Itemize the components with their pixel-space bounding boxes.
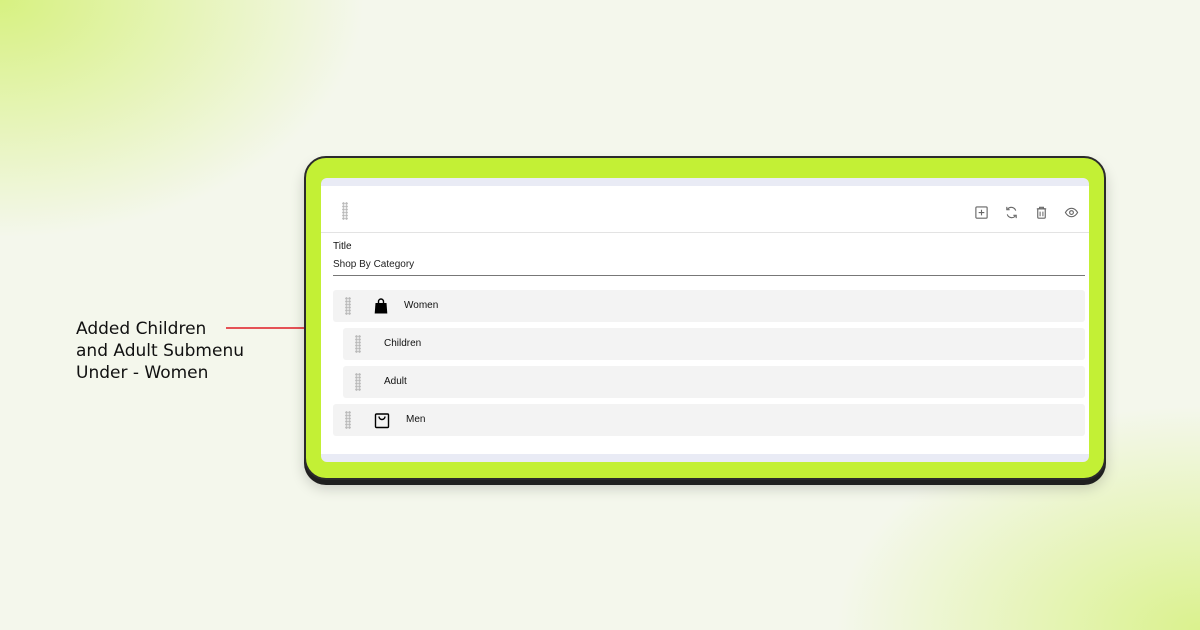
view-icon[interactable] xyxy=(1061,202,1081,222)
menu-item-children[interactable]: Children xyxy=(343,328,1085,360)
shopping-bag-filled-icon xyxy=(373,297,389,315)
menu-editor-panel: Title Shop By Category Women Children Ad… xyxy=(321,178,1089,462)
menu-item-label: Men xyxy=(406,414,426,425)
card-actions xyxy=(971,202,1081,222)
drag-handle-icon[interactable] xyxy=(355,335,361,353)
delete-icon[interactable] xyxy=(1031,202,1051,222)
refresh-icon[interactable] xyxy=(1001,202,1021,222)
shopping-bag-outline-icon xyxy=(374,411,390,429)
annotation-text: Added Children and Adult Submenu Under -… xyxy=(76,318,276,384)
card-header xyxy=(321,186,1089,233)
menu-item-adult[interactable]: Adult xyxy=(343,366,1085,398)
annotation-line-3: Under - Women xyxy=(76,363,209,383)
screenshot-frame: Title Shop By Category Women Children Ad… xyxy=(304,156,1106,480)
drag-handle-icon[interactable] xyxy=(355,373,361,391)
menu-item-men[interactable]: Men xyxy=(333,404,1085,436)
menu-item-label: Women xyxy=(404,300,439,311)
drag-handle-icon[interactable] xyxy=(345,411,351,429)
title-field-label: Title xyxy=(333,241,352,252)
annotation-line-1: Added Children xyxy=(76,319,207,339)
menu-card: Title Shop By Category Women Children Ad… xyxy=(321,186,1089,454)
annotation-line-2: and Adult Submenu xyxy=(76,341,244,361)
menu-item-label: Adult xyxy=(384,376,407,387)
title-input[interactable]: Shop By Category xyxy=(333,258,1085,276)
add-icon[interactable] xyxy=(971,202,991,222)
menu-item-women[interactable]: Women xyxy=(333,290,1085,322)
drag-handle-icon[interactable] xyxy=(342,202,348,220)
menu-item-label: Children xyxy=(384,338,422,349)
drag-handle-icon[interactable] xyxy=(345,297,351,315)
